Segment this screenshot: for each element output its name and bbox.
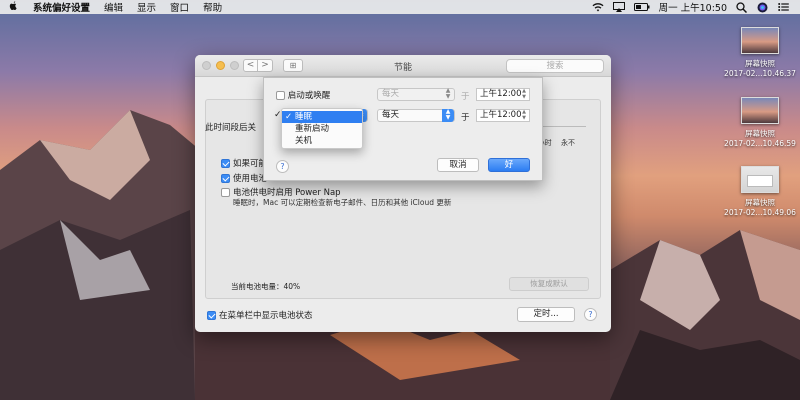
desktop-file-label: 2017-02...10.49.06 [724, 208, 796, 217]
desktop-file-label: 屏幕快照 [745, 198, 775, 207]
spotlight-search-icon[interactable] [736, 2, 748, 14]
popup-arrows-icon: ▲▼ [445, 87, 451, 100]
option-label: 使用电池 [233, 174, 268, 184]
startup-time-field[interactable]: 上午12:00 ▲ ▼ [476, 88, 530, 101]
slider-label-never: 永不 [561, 139, 575, 147]
time-stepper-icon[interactable]: ▲ ▼ [520, 88, 528, 100]
option-use-battery[interactable]: 使用电池 [221, 172, 267, 184]
desktop-file-label: 2017-02...10.46.37 [724, 69, 796, 78]
menu-help[interactable]: 帮助 [196, 0, 229, 14]
sleep-time-field[interactable]: 上午12:00 ▲ ▼ [476, 109, 530, 122]
screenshot-thumbnail-icon [741, 27, 779, 54]
menu-item-shutdown[interactable]: 关机 [282, 135, 362, 147]
startup-wake-label: 启动或唤醒 [287, 91, 331, 101]
desktop-file-screenshot-1[interactable]: 屏幕快照 2017-02...10.46.37 [722, 27, 798, 78]
sleep-time-value: 上午12:00 [480, 110, 522, 120]
startup-day-popup[interactable]: 每天 ▲ ▼ [377, 88, 455, 101]
option-checkbox[interactable] [221, 188, 230, 197]
startup-at-label: 于 [461, 92, 470, 102]
siri-icon[interactable] [757, 2, 769, 13]
startup-wake-checkbox[interactable] [276, 91, 285, 100]
display-off-label: 此时间段后关 [205, 123, 257, 133]
sleep-day-value: 每天 [382, 110, 400, 120]
sleep-action-dropdown-menu: ✓ 睡眠 重新启动 关机 [281, 108, 363, 149]
desktop-file-label: 屏幕快照 [745, 129, 775, 138]
desktop-file-label: 2017-02...10.46.59 [724, 139, 796, 148]
power-nap-description: 睡眠时，Mac 可以定期检查新电子邮件、日历和其他 iCloud 更新 [233, 198, 452, 207]
desktop-file-label: 屏幕快照 [745, 59, 775, 68]
restore-defaults-button[interactable]: 恢复成默认 [509, 277, 589, 291]
schedule-button[interactable]: 定时... [517, 307, 575, 322]
search-placeholder: 搜索 [546, 61, 564, 71]
screenshot-thumbnail-icon [741, 166, 779, 193]
menu-window[interactable]: 窗口 [163, 0, 196, 14]
desktop-file-screenshot-2[interactable]: 屏幕快照 2017-02...10.46.59 [722, 97, 798, 148]
menu-item-label: 重新启动 [295, 124, 330, 134]
airplay-icon[interactable] [612, 2, 625, 12]
menu-system-preferences[interactable]: 系统偏好设置 [26, 0, 97, 14]
show-battery-status-checkbox[interactable] [207, 311, 216, 320]
sleep-at-label: 于 [461, 113, 470, 123]
search-input[interactable]: 搜索 [506, 59, 604, 73]
option-label: 如果可能 [233, 159, 268, 169]
menu-item-label: 关机 [295, 136, 313, 146]
battery-level-text: 当前电池电量：40% [231, 282, 301, 291]
window-titlebar: < > ⊞ 节能 搜索 [195, 55, 611, 77]
menubar-status-area: 周一 上午10:50 [592, 0, 800, 14]
cancel-button[interactable]: 取消 [437, 158, 479, 172]
menu-item-restart[interactable]: 重新启动 [282, 123, 362, 135]
wifi-icon[interactable] [592, 2, 604, 12]
menubar-clock[interactable]: 周一 上午10:50 [659, 0, 727, 14]
startup-day-value: 每天 [382, 89, 400, 99]
help-button[interactable]: ? [584, 308, 597, 321]
show-battery-status-label: 在菜单栏中显示电池状态 [219, 311, 313, 321]
time-stepper-icon[interactable]: ▲ ▼ [520, 109, 528, 121]
apple-menu-icon[interactable] [0, 0, 26, 14]
ok-button[interactable]: 好 [488, 158, 530, 172]
option-if-possible[interactable]: 如果可能 [221, 157, 267, 169]
screenshot-thumbnail-icon [741, 97, 779, 124]
menu-item-sleep[interactable]: ✓ 睡眠 [282, 111, 362, 123]
startup-wake-option[interactable]: 启动或唤醒 [276, 89, 330, 101]
startup-time-value: 上午12:00 [480, 89, 522, 99]
checkmark-icon: ✓ [285, 112, 293, 122]
menu-item-label: 睡眠 [295, 112, 313, 122]
option-checkbox[interactable] [221, 159, 230, 168]
battery-icon[interactable] [633, 2, 650, 12]
option-checkbox[interactable] [221, 174, 230, 183]
desktop-file-screenshot-3[interactable]: 屏幕快照 2017-02...10.49.06 [722, 166, 798, 217]
notification-center-icon[interactable] [778, 2, 790, 12]
sheet-help-button[interactable]: ? [276, 160, 289, 173]
popup-arrows-icon: ▲▼ [442, 109, 454, 122]
menu-view[interactable]: 显示 [130, 0, 163, 14]
show-battery-status-option[interactable]: 在菜单栏中显示电池状态 [207, 309, 313, 321]
sleep-day-popup[interactable]: 每天 ▲ ▼ [377, 109, 455, 122]
menu-edit[interactable]: 编辑 [97, 0, 130, 14]
menubar: 系统偏好设置 编辑 显示 窗口 帮助 周一 上午10:50 [0, 0, 800, 14]
